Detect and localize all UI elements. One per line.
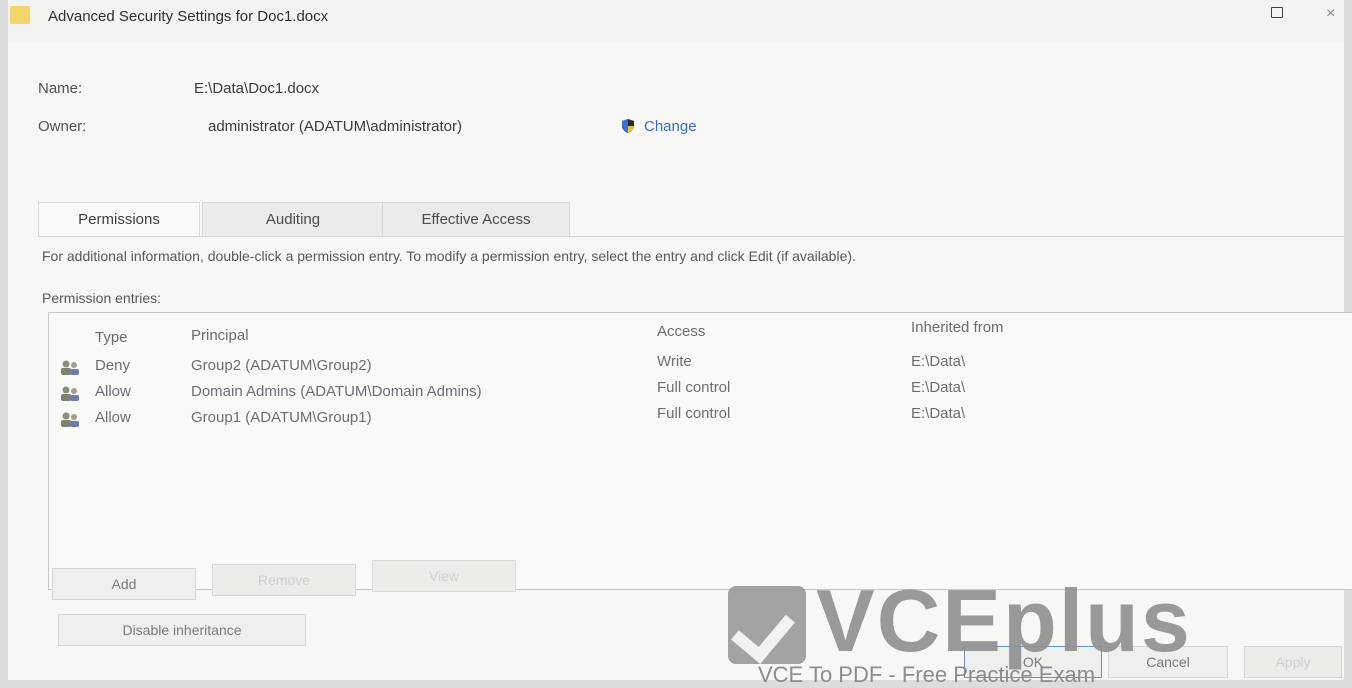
row-inherited-from: E:\Data\ (911, 405, 966, 422)
row-principal: Group1 (ADATUM\Group1) (191, 409, 372, 426)
name-value: E:\Data\Doc1.docx (194, 80, 320, 97)
table-row[interactable]: Deny Group2 (ADATUM\Group2) Write E:\Dat… (49, 353, 1349, 381)
row-access: Full control (657, 379, 731, 396)
permission-entries-label: Permission entries: (42, 290, 162, 306)
window-title: Advanced Security Settings for Doc1.docx (48, 8, 329, 25)
tab-effective-access[interactable]: Effective Access (382, 202, 570, 236)
tab-auditing[interactable]: Auditing (202, 202, 384, 236)
change-owner-link[interactable]: Change (620, 114, 697, 138)
column-header-inherited-from[interactable]: Inherited from (911, 319, 1004, 336)
column-header-principal[interactable]: Principal (191, 327, 249, 344)
apply-button[interactable]: Apply (1244, 646, 1342, 678)
row-access: Write (657, 353, 692, 370)
add-button[interactable]: Add (52, 568, 196, 600)
disable-inheritance-button[interactable]: Disable inheritance (58, 614, 306, 646)
table-row[interactable]: Allow Domain Admins (ADATUM\Domain Admin… (49, 379, 1349, 407)
close-button[interactable]: × (1326, 2, 1344, 26)
remove-button[interactable]: Remove (212, 564, 356, 596)
row-principal: Domain Admins (ADATUM\Domain Admins) (191, 383, 482, 400)
column-header-type[interactable]: Type (95, 329, 128, 346)
row-type: Allow (95, 409, 131, 426)
column-header-access[interactable]: Access (657, 323, 705, 340)
group-icon (61, 386, 79, 401)
cancel-button[interactable]: Cancel (1108, 646, 1228, 678)
row-inherited-from: E:\Data\ (911, 379, 966, 396)
tab-strip: Permissions Auditing Effective Access (38, 202, 1344, 237)
ok-button[interactable]: OK (964, 646, 1102, 678)
row-type: Allow (95, 383, 131, 400)
title-bar: Advanced Security Settings for Doc1.docx… (8, 0, 1344, 42)
table-row[interactable]: Allow Group1 (ADATUM\Group1) Full contro… (49, 405, 1349, 433)
group-icon (61, 360, 79, 375)
advanced-security-settings-window: Advanced Security Settings for Doc1.docx… (8, 0, 1352, 680)
row-principal: Group2 (ADATUM\Group2) (191, 357, 372, 374)
tab-permissions[interactable]: Permissions (38, 202, 200, 236)
maximize-button[interactable] (1262, 4, 1292, 24)
view-button[interactable]: View (372, 560, 516, 592)
shield-icon (622, 119, 634, 133)
row-access: Full control (657, 405, 731, 422)
group-icon (61, 412, 79, 427)
owner-value: administrator (ADATUM\administrator) (208, 118, 462, 135)
row-inherited-from: E:\Data\ (911, 353, 966, 370)
owner-label: Owner: (38, 118, 87, 135)
permission-entries-list[interactable]: Type Principal Access Inherited from Den… (48, 312, 1352, 590)
folder-icon (10, 6, 30, 24)
info-text: For additional information, double-click… (42, 248, 856, 264)
name-label: Name: (38, 80, 83, 97)
dialog-content: Name: E:\Data\Doc1.docx Owner: administr… (8, 42, 1352, 680)
change-label: Change (644, 117, 697, 135)
row-type: Deny (95, 357, 131, 374)
